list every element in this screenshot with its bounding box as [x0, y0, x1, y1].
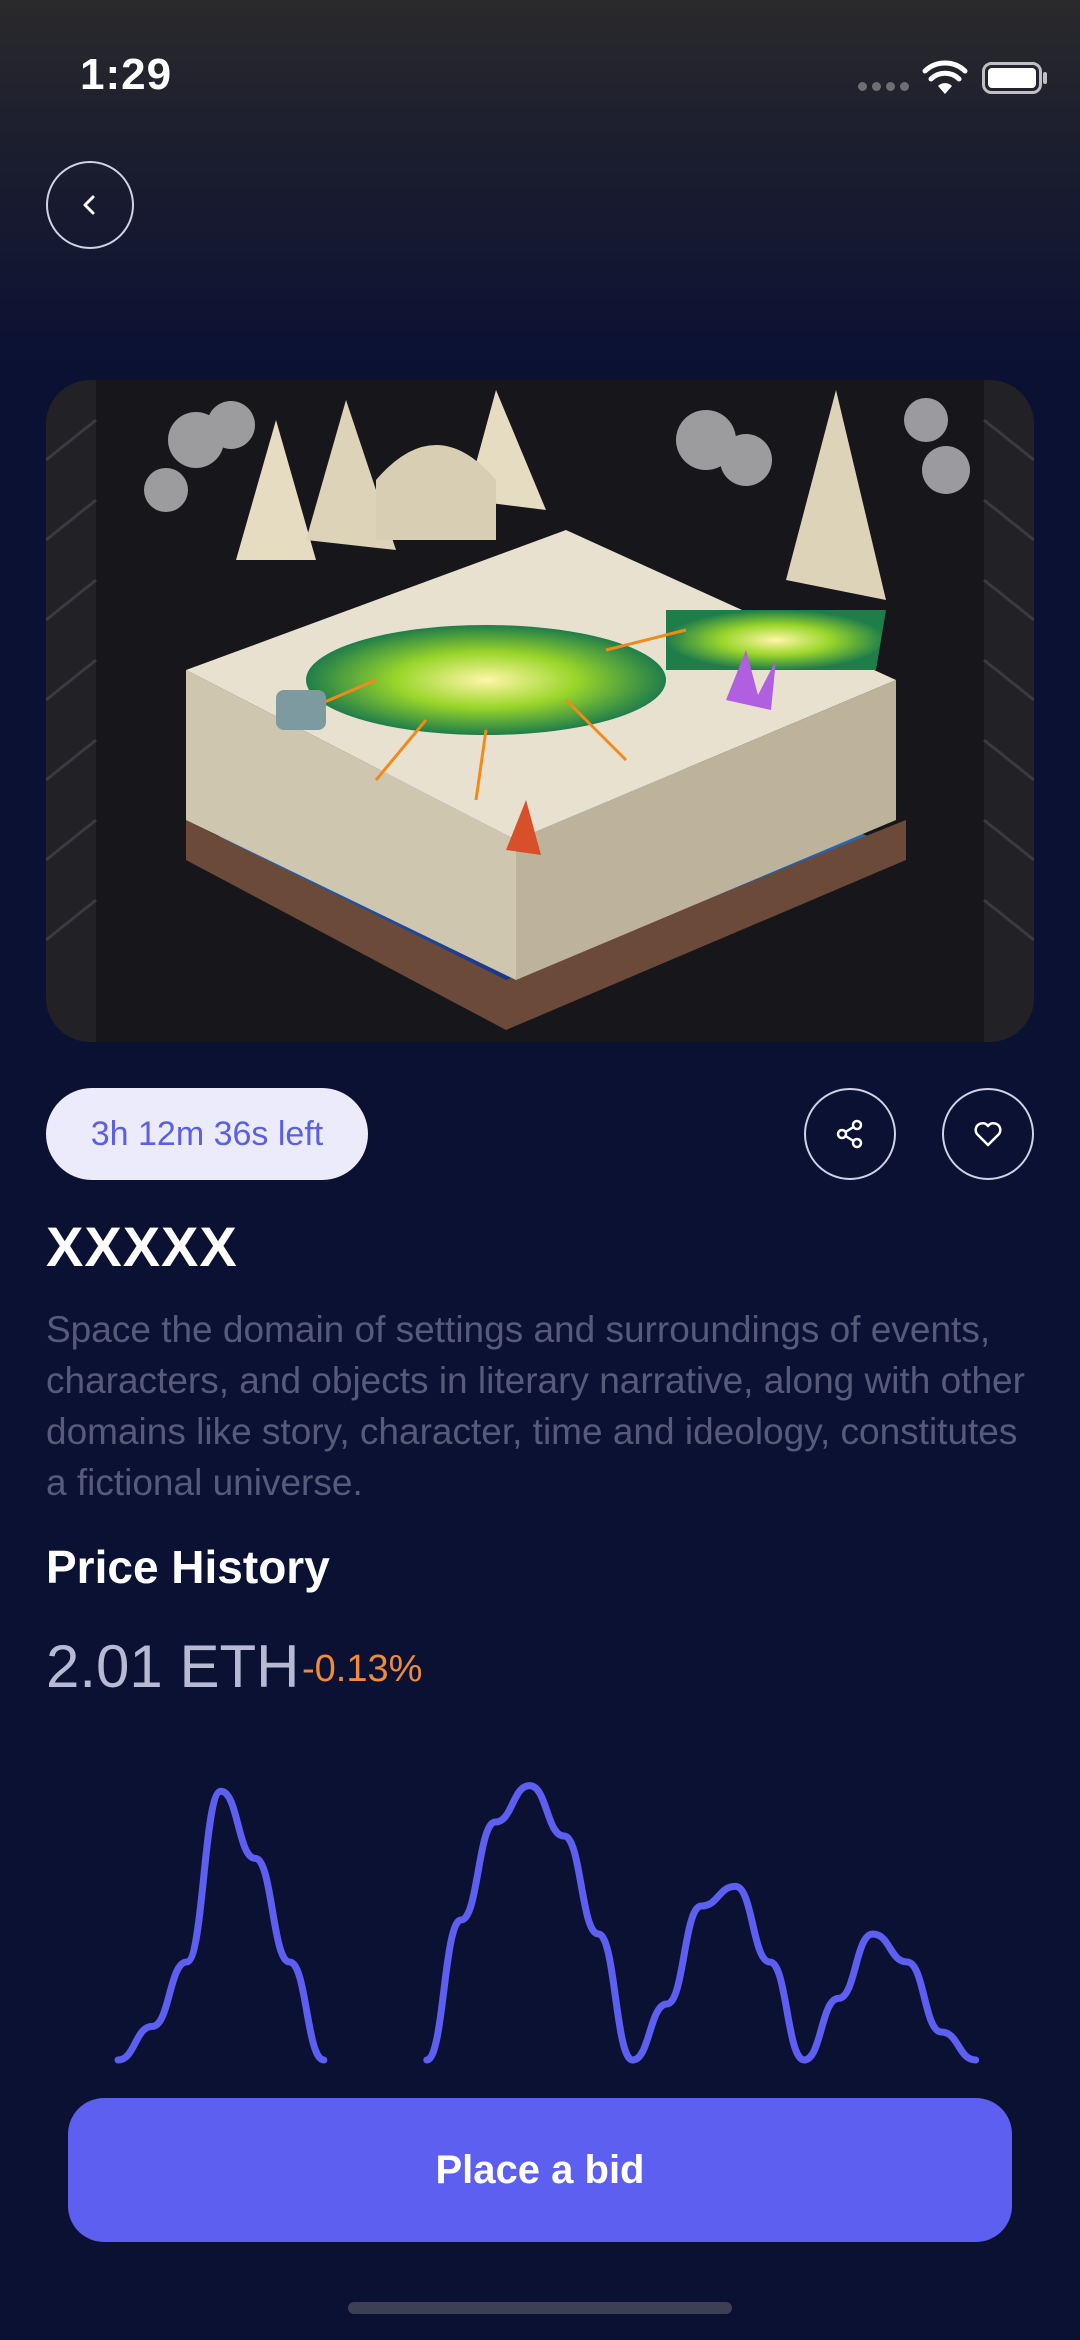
status-bar: 1:29: [0, 0, 1080, 150]
wifi-icon: [922, 60, 968, 94]
nft-artwork-image: [46, 380, 1034, 1042]
heart-icon: [974, 1121, 1002, 1147]
item-description: Space the domain of settings and surroun…: [46, 1309, 1025, 1503]
battery-icon: [982, 62, 1047, 94]
price-change: -0.13%: [302, 1648, 423, 1690]
current-price: 2.01 ETH: [46, 1633, 300, 1700]
back-button[interactable]: [46, 161, 134, 249]
price-history-chart: [114, 1782, 980, 2064]
place-bid-label: Place a bid: [435, 2147, 645, 2192]
home-indicator: [348, 2302, 732, 2314]
cellular-signal-icon: [858, 82, 910, 94]
status-time: 1:29: [80, 50, 173, 99]
price-history-title: Price History: [46, 1541, 330, 1593]
chevron-left-icon: [83, 195, 95, 215]
price-line-segment-2: [423, 1782, 980, 2064]
share-button[interactable]: [804, 1088, 896, 1180]
time-left-text: 3h 12m 36s left: [90, 1114, 324, 1153]
item-title: XXXXX: [46, 1215, 238, 1278]
share-icon: [836, 1119, 863, 1149]
like-button[interactable]: [942, 1088, 1034, 1180]
place-bid-button[interactable]: Place a bid: [68, 2098, 1012, 2242]
price-line-segment-1: [114, 1787, 328, 2064]
time-left-badge: 3h 12m 36s left: [46, 1088, 368, 1180]
